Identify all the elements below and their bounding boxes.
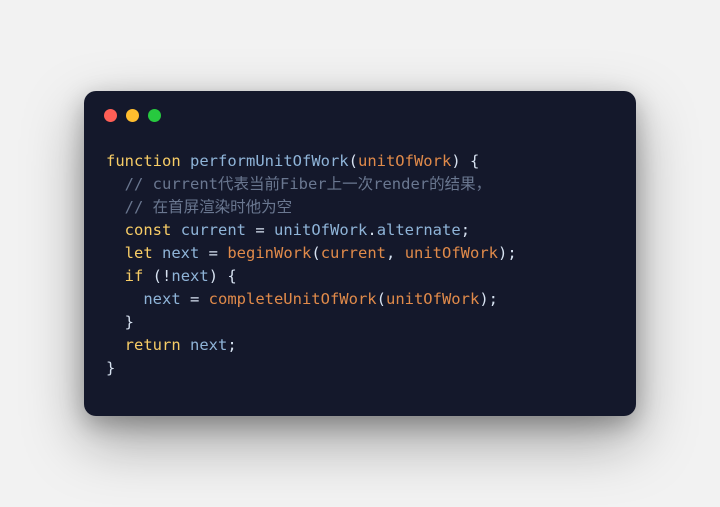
indent <box>106 336 125 354</box>
code-block: function performUnitOfWork(unitOfWork) {… <box>84 122 636 415</box>
window-titlebar <box>84 91 636 122</box>
minimize-icon[interactable] <box>126 109 139 122</box>
identifier-next: next <box>162 244 199 262</box>
paren-open: ( <box>349 152 358 170</box>
keyword-function: function <box>106 152 181 170</box>
call-completeunitofwork: completeUnitOfWork <box>209 290 377 308</box>
space <box>181 152 190 170</box>
keyword-let: let <box>125 244 153 262</box>
close-icon[interactable] <box>104 109 117 122</box>
keyword-if: if <box>125 267 144 285</box>
keyword-return: return <box>125 336 181 354</box>
indent <box>106 221 125 239</box>
equals: = <box>199 244 227 262</box>
arg-unitofwork: unitOfWork <box>386 290 479 308</box>
indent <box>106 267 125 285</box>
paren-close-semi: ); <box>479 290 498 308</box>
paren-open: ( <box>143 267 162 285</box>
indent <box>106 244 125 262</box>
identifier-alternate: alternate <box>377 221 461 239</box>
maximize-icon[interactable] <box>148 109 161 122</box>
code-window: function performUnitOfWork(unitOfWork) {… <box>84 91 636 415</box>
space <box>181 336 190 354</box>
keyword-const: const <box>125 221 172 239</box>
operator-not: ! <box>162 267 171 285</box>
equals: = <box>181 290 209 308</box>
identifier-next: next <box>190 336 227 354</box>
function-name: performUnitOfWork <box>190 152 349 170</box>
comment-line-2: // 在首屏渲染时他为空 <box>106 198 292 216</box>
identifier-current: current <box>181 221 246 239</box>
param-unitofwork: unitOfWork <box>358 152 451 170</box>
paren-close-semi: ); <box>498 244 517 262</box>
dot: . <box>367 221 376 239</box>
call-beginwork: beginWork <box>227 244 311 262</box>
semicolon: ; <box>227 336 236 354</box>
space <box>171 221 180 239</box>
identifier-next: next <box>143 290 180 308</box>
brace-close: } <box>106 359 115 377</box>
identifier-unitofwork: unitOfWork <box>274 221 367 239</box>
space <box>153 244 162 262</box>
paren-close-brace: ) { <box>451 152 479 170</box>
comma: , <box>386 244 405 262</box>
brace-close: } <box>106 313 134 331</box>
arg-current: current <box>321 244 386 262</box>
comment-line-1: // current代表当前Fiber上一次render的结果， <box>106 175 491 193</box>
semicolon: ; <box>461 221 470 239</box>
arg-unitofwork: unitOfWork <box>405 244 498 262</box>
paren-open: ( <box>377 290 386 308</box>
paren-open: ( <box>311 244 320 262</box>
paren-close-brace: ) { <box>209 267 237 285</box>
identifier-next: next <box>171 267 208 285</box>
equals: = <box>246 221 274 239</box>
indent <box>106 290 143 308</box>
